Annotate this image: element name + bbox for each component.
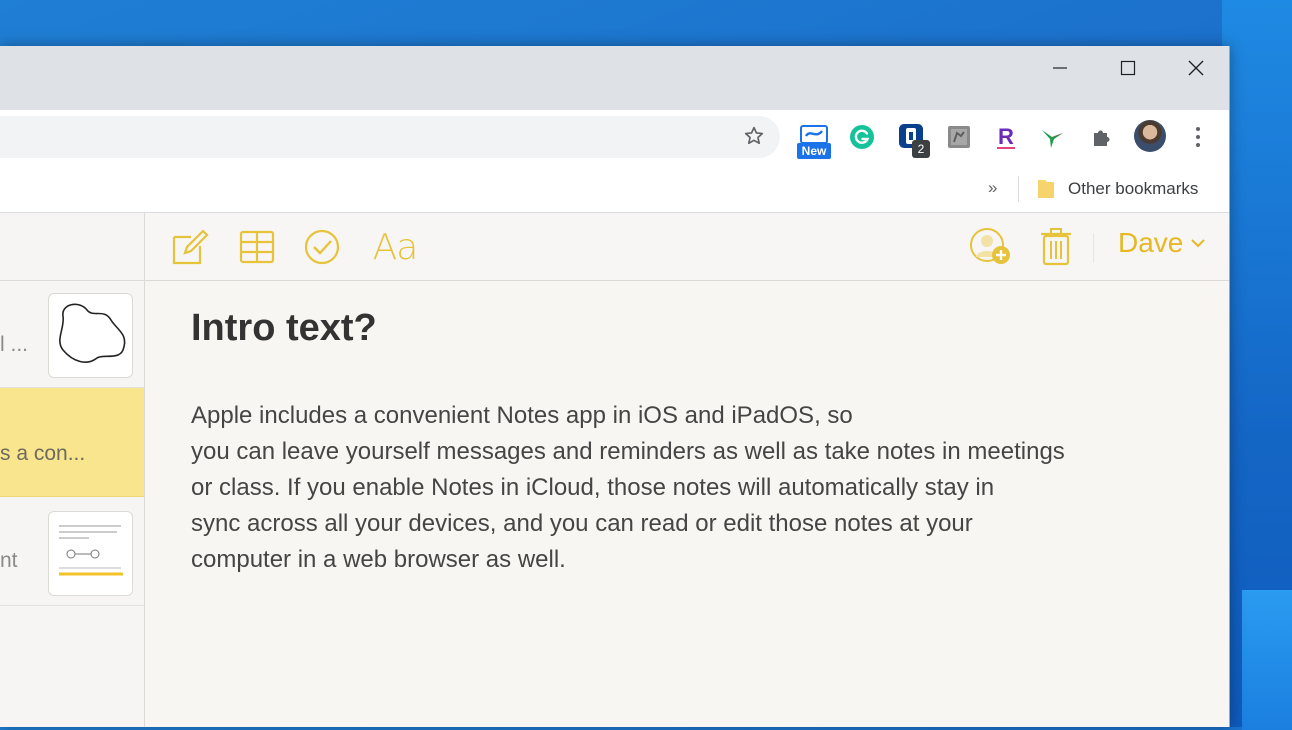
compose-icon (172, 229, 209, 265)
compose-button[interactable] (167, 225, 211, 269)
hummingbird-extension-button[interactable] (1038, 122, 1068, 152)
table-button[interactable] (235, 225, 279, 269)
note-body[interactable]: Apple includes a convenient Notes app in… (191, 398, 1151, 578)
note-body-line: computer in a web browser as well. (191, 546, 566, 573)
list-item[interactable]: nt (0, 497, 144, 606)
note-body-line: or class. If you enable Notes in iCloud,… (191, 474, 995, 501)
browser-menu-button[interactable] (1183, 122, 1213, 152)
note-body-line: sync across all your devices, and you ca… (191, 510, 973, 537)
maximize-icon (1120, 60, 1136, 76)
close-icon (1188, 60, 1204, 76)
note-snippet: l ... (0, 333, 29, 356)
add-person-icon (970, 228, 1010, 264)
note-thumbnail (48, 293, 133, 378)
bookmarks-divider (1018, 176, 1019, 202)
user-menu[interactable]: Dave (1118, 227, 1206, 259)
letter-r-icon: R (997, 124, 1015, 149)
collaborate-button[interactable] (965, 225, 1015, 269)
close-button[interactable] (1162, 46, 1230, 90)
address-bar[interactable] (0, 116, 780, 158)
title-bar (0, 46, 1229, 110)
other-bookmarks-button[interactable]: Other bookmarks (1036, 178, 1198, 200)
delete-button[interactable] (1034, 225, 1078, 269)
grammarly-g-icon (850, 125, 874, 149)
toolbar-divider (1093, 233, 1094, 263)
r-extension-button[interactable]: R (991, 122, 1021, 152)
grammarly-extension-button[interactable] (847, 122, 877, 152)
list-empty-area (0, 606, 144, 724)
notebook-icon (948, 126, 970, 148)
format-label: Aa (372, 226, 419, 268)
puzzle-piece-icon (1094, 130, 1110, 146)
hummingbird-icon (1042, 130, 1063, 148)
desktop-wallpaper-accent (1242, 590, 1292, 730)
list-item[interactable]: l ... (0, 281, 144, 388)
note-body-line: Apple includes a convenient Notes app in… (191, 402, 853, 429)
new-badge: New (797, 143, 831, 159)
note-title[interactable]: Intro text? (191, 307, 377, 350)
notes-list-header (0, 213, 144, 281)
minimize-icon (1053, 67, 1067, 69)
list-item-selected[interactable]: s a con... (0, 388, 144, 497)
note-snippet: s a con... (0, 442, 86, 465)
checklist-icon (304, 229, 340, 265)
format-button[interactable]: Aa (367, 225, 423, 269)
star-outline-icon (744, 126, 764, 145)
maximize-button[interactable] (1094, 46, 1162, 90)
trash-icon (1041, 228, 1071, 266)
editor-toolbar: Aa Dave (145, 213, 1229, 281)
note-editor[interactable]: Intro text? Apple includes a convenient … (145, 281, 1229, 727)
bookmarks-overflow-button[interactable]: » (988, 178, 997, 198)
browser-toolbar: R (0, 110, 1229, 166)
count-badge: 2 (912, 140, 930, 158)
vertical-dots-icon (1196, 127, 1200, 147)
checklist-button[interactable] (300, 225, 344, 269)
browser-window: R New 2 » Other bookmarks l ... s a con.… (0, 46, 1230, 727)
other-bookmarks-label: Other bookmarks (1068, 179, 1199, 198)
svg-text:R: R (998, 124, 1014, 149)
note-thumbnail (48, 511, 133, 596)
note-body-line: you can leave yourself messages and remi… (191, 438, 1065, 465)
bookmark-star-button[interactable] (738, 120, 770, 152)
chevron-down-icon (1191, 239, 1206, 248)
user-name: Dave (1118, 227, 1184, 258)
table-icon (239, 230, 275, 264)
folder-icon (1038, 180, 1054, 198)
note-snippet: nt (0, 549, 18, 572)
minimize-button[interactable] (1026, 46, 1094, 90)
extensions-menu-button[interactable] (1087, 122, 1117, 152)
profile-avatar[interactable] (1134, 120, 1166, 152)
notebook-extension-button[interactable] (944, 122, 974, 152)
bookmarks-bar: » Other bookmarks (0, 166, 1229, 213)
notes-list: l ... s a con... nt (0, 213, 145, 727)
